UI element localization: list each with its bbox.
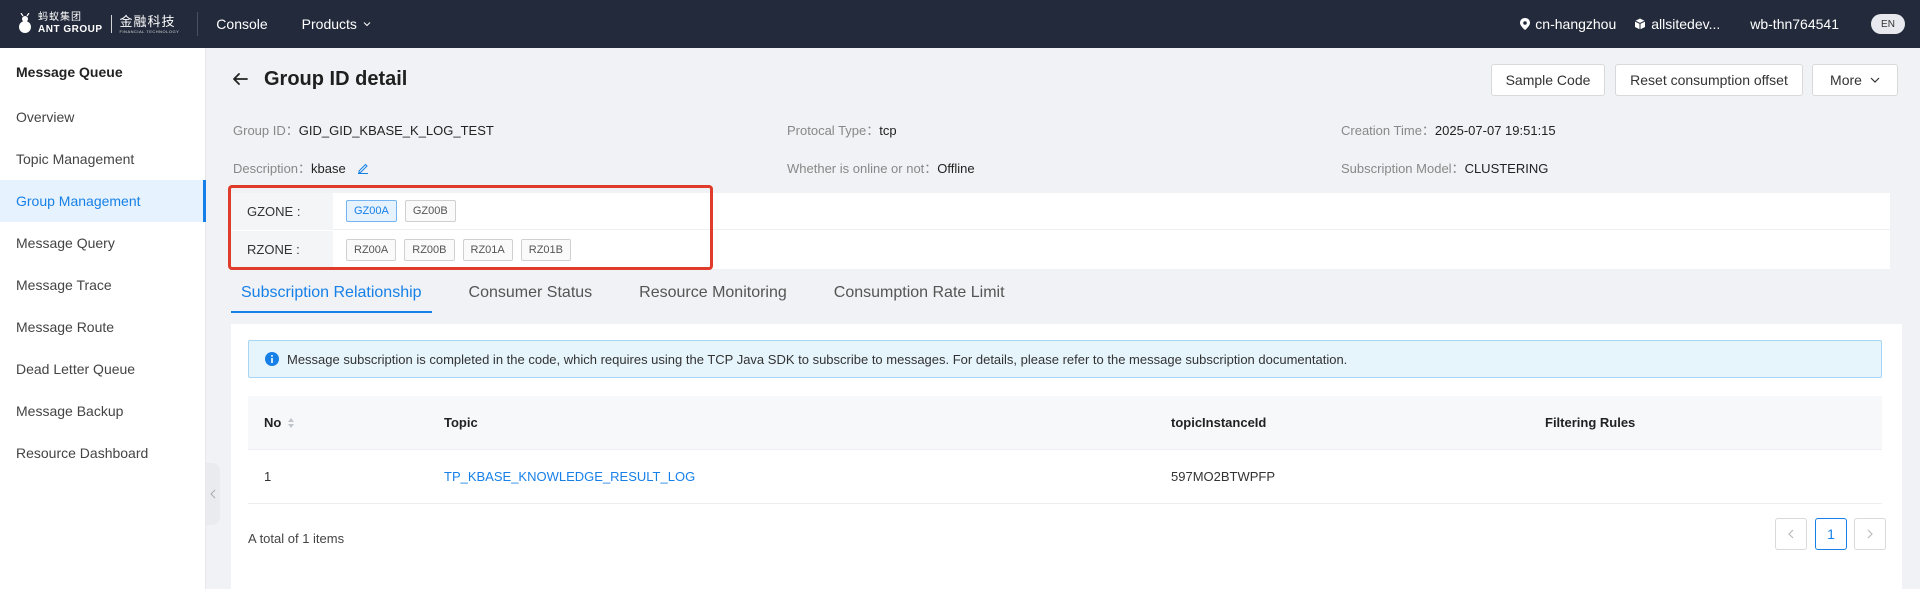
description-info: Description：kbase — [233, 158, 369, 177]
zone-tag-rz00a[interactable]: RZ00A — [346, 238, 397, 261]
table-header: No Topic topicInstanceId Filtering Rules — [248, 396, 1882, 450]
region-selector[interactable]: cn-hangzhou — [1520, 16, 1616, 32]
main-content: Group ID detail Sample Code Reset consum… — [207, 48, 1920, 589]
subscription-model-info: Subscription Model：CLUSTERING — [1341, 158, 1548, 177]
chevron-down-icon — [363, 22, 371, 27]
back-arrow-icon[interactable] — [231, 70, 249, 88]
online-status-value: Offline — [937, 161, 975, 176]
protocol-info: Protocal Type：tcp — [787, 120, 897, 139]
table-row: 1 TP_KBASE_KNOWLEDGE_RESULT_LOG 597MO2BT… — [248, 450, 1882, 504]
sidebar-item-dead-letter-queue[interactable]: Dead Letter Queue — [0, 348, 205, 390]
pagination-prev-button[interactable] — [1775, 518, 1807, 550]
sort-icon[interactable] — [287, 417, 295, 429]
chevron-right-icon — [1867, 529, 1873, 539]
subscription-card: Message subscription is completed in the… — [231, 324, 1902, 589]
language-switch[interactable]: EN — [1871, 14, 1905, 34]
subscription-model-value: CLUSTERING — [1464, 161, 1549, 176]
chevron-left-icon — [1788, 529, 1794, 539]
zone-tag-gz00a[interactable]: GZ00A — [346, 200, 397, 222]
user-account[interactable]: wb-thn764541 — [1750, 16, 1839, 32]
gzone-label: GZONE : — [231, 192, 333, 230]
zone-tag-rz01a[interactable]: RZ01A — [462, 238, 513, 261]
sidebar-item-overview[interactable]: Overview — [0, 96, 205, 138]
edit-icon[interactable] — [357, 162, 369, 174]
zone-tag-gz00b[interactable]: GZ00B — [404, 200, 456, 222]
reset-offset-button[interactable]: Reset consumption offset — [1615, 64, 1803, 96]
total-count: A total of 1 items — [248, 531, 345, 546]
creation-time-info: Creation Time：2025-07-07 19:51:15 — [1341, 120, 1556, 139]
chevron-down-icon — [1870, 77, 1880, 83]
sidebar-item-topic-management[interactable]: Topic Management — [0, 138, 205, 180]
sidebar-item-message-trace[interactable]: Message Trace — [0, 264, 205, 306]
gzone-row: GZONE : GZ00A GZ00B — [231, 192, 1890, 230]
description-label: Description： — [233, 161, 312, 176]
tab-consumption-rate-limit[interactable]: Consumption Rate Limit — [824, 273, 1015, 313]
top-navbar: 蚂蚁集团 ANT GROUP 金融科技 FINANCIAL TECHNOLOGY… — [0, 0, 1920, 48]
detail-tabs: Subscription Relationship Consumer Statu… — [231, 273, 1042, 313]
logo-cn-text: 蚂蚁集团 — [38, 12, 82, 23]
console-link[interactable]: Console — [216, 16, 267, 32]
sidebar: Message Queue Overview Topic Management … — [0, 48, 206, 589]
column-topic: Topic — [444, 415, 478, 430]
ant-group-logo[interactable]: 蚂蚁集团 ANT GROUP 金融科技 FINANCIAL TECHNOLOGY — [0, 0, 179, 48]
logo-fin-cn-text: 金融科技 — [119, 13, 176, 29]
notice-text: Message subscription is completed in the… — [287, 351, 1348, 367]
tab-consumer-status[interactable]: Consumer Status — [459, 273, 603, 313]
pagination-next-button[interactable] — [1854, 518, 1886, 550]
cell-no: 1 — [264, 469, 272, 484]
info-icon — [265, 352, 279, 366]
topbar-divider — [197, 12, 199, 36]
group-id-label: Group ID： — [233, 123, 299, 138]
cell-topic-instance-id: 597MO2BTWPFP — [1171, 469, 1276, 484]
column-filtering-rules: Filtering Rules — [1545, 415, 1636, 430]
workspace-label: allsitedev... — [1651, 16, 1721, 32]
group-id-value: GID_GID_KBASE_K_LOG_TEST — [298, 123, 494, 138]
column-topic-instance-id: topicInstanceId — [1171, 415, 1267, 430]
zone-panel: GZONE : GZ00A GZ00B RZONE : RZ00A RZ00B … — [231, 192, 1890, 269]
logo-en-text: ANT GROUP — [38, 24, 103, 35]
page-title: Group ID detail — [264, 68, 408, 90]
description-value: kbase — [311, 161, 346, 176]
rzone-row: RZONE : RZ00A RZ00B RZ01A RZ01B — [231, 231, 1890, 268]
location-pin-icon — [1520, 18, 1531, 30]
subscription-model-label: Subscription Model： — [1341, 161, 1465, 176]
rzone-label: RZONE : — [231, 231, 333, 268]
products-menu[interactable]: Products — [302, 16, 371, 32]
sample-code-button[interactable]: Sample Code — [1491, 64, 1605, 96]
column-no[interactable]: No — [248, 415, 444, 430]
logo-divider — [110, 15, 112, 33]
protocol-label: Protocal Type： — [787, 123, 880, 138]
group-id-info: Group ID：GID_GID_KBASE_K_LOG_TEST — [233, 120, 494, 139]
sidebar-item-message-route[interactable]: Message Route — [0, 306, 205, 348]
info-notice: Message subscription is completed in the… — [248, 340, 1882, 378]
pagination-page-1[interactable]: 1 — [1815, 518, 1847, 550]
cube-icon — [1635, 18, 1646, 30]
detail-header: Group ID detail Sample Code Reset consum… — [207, 48, 1920, 193]
sidebar-item-group-management[interactable]: Group Management — [0, 180, 206, 222]
column-no-label: No — [264, 415, 282, 430]
products-label: Products — [301, 16, 357, 32]
creation-time-value: 2025-07-07 19:51:15 — [1434, 123, 1556, 138]
sidebar-item-message-query[interactable]: Message Query — [0, 222, 205, 264]
tab-resource-monitoring[interactable]: Resource Monitoring — [629, 273, 797, 313]
subscription-table: No Topic topicInstanceId Filtering Rules… — [248, 396, 1882, 504]
logo-fin-en-text: FINANCIAL TECHNOLOGY — [119, 28, 180, 34]
ant-logo-icon — [19, 13, 31, 33]
online-status-info: Whether is online or not：Offline — [787, 158, 975, 177]
sidebar-item-message-backup[interactable]: Message Backup — [0, 390, 205, 432]
region-label: cn-hangzhou — [1535, 16, 1617, 32]
zone-tag-rz01b[interactable]: RZ01B — [520, 238, 571, 261]
zone-tag-rz00b[interactable]: RZ00B — [404, 238, 455, 261]
protocol-value: tcp — [879, 123, 897, 138]
tab-subscription-relationship[interactable]: Subscription Relationship — [231, 273, 432, 313]
workspace-selector[interactable]: allsitedev... — [1634, 16, 1720, 32]
more-button[interactable]: More — [1812, 64, 1898, 96]
sidebar-item-resource-dashboard[interactable]: Resource Dashboard — [0, 432, 205, 474]
online-status-label: Whether is online or not： — [787, 161, 938, 176]
sidebar-title: Message Queue — [16, 64, 123, 80]
creation-time-label: Creation Time： — [1341, 123, 1435, 138]
more-label: More — [1830, 72, 1862, 88]
topic-link[interactable]: TP_KBASE_KNOWLEDGE_RESULT_LOG — [444, 469, 695, 484]
